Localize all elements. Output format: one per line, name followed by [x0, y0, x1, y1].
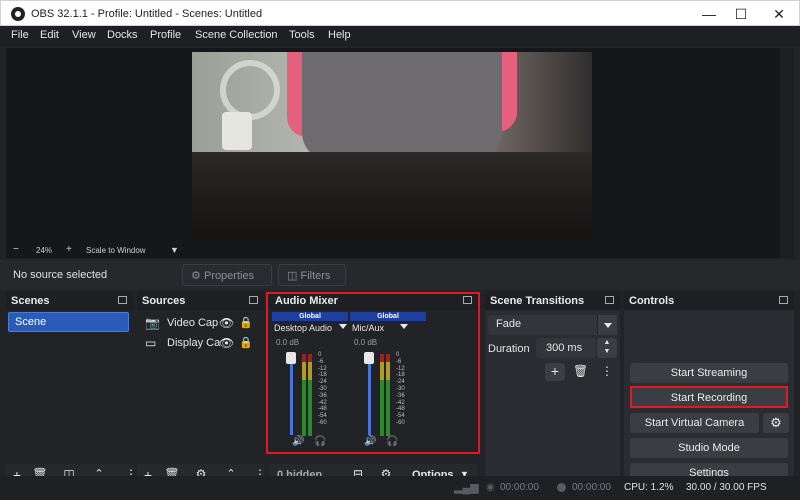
lock-icon[interactable]: 🔒 [239, 316, 253, 329]
duration-label: Duration [488, 343, 530, 355]
cpu-usage: CPU: 1.2% [624, 482, 674, 493]
preview-zoom-bar: − 24% + Scale to Window ▼ [6, 244, 780, 258]
chevron-down-icon[interactable] [597, 315, 617, 335]
lock-icon[interactable]: 🔒 [239, 336, 253, 349]
filters-button[interactable]: ◫ Filters [278, 264, 346, 286]
menu-edit[interactable]: Edit [40, 29, 59, 41]
more-icon[interactable]: ⋮ [601, 364, 613, 378]
signal-icon: ▂▄▆ [454, 482, 479, 494]
source-list: 📷 Video Cap 👁 🔒 ▭ Display Ca 👁 🔒 [137, 310, 264, 464]
sources-title: Sources [142, 295, 186, 307]
undock-icon[interactable] [118, 296, 127, 304]
menu-scene-collection[interactable]: Scene Collection [195, 29, 278, 41]
preview-canvas[interactable] [6, 48, 780, 244]
zoom-out-button[interactable]: − [13, 244, 19, 255]
obs-logo-icon [11, 7, 25, 21]
menu-docks[interactable]: Docks [107, 29, 138, 41]
add-icon[interactable]: + [545, 363, 565, 381]
source-item[interactable]: ▭ Display Ca 👁 🔒 [143, 334, 263, 352]
no-source-label: No source selected [13, 269, 108, 281]
gear-icon[interactable]: ⚙ [763, 413, 789, 433]
properties-label: Properties [203, 270, 255, 282]
source-item[interactable]: 📷 Video Cap 👁 🔒 [143, 314, 263, 332]
source-label: Display Ca [167, 337, 221, 349]
minimize-button[interactable]: — [691, 1, 727, 27]
highlight-box-mixer [266, 292, 480, 454]
scale-mode: Scale to Window [86, 246, 146, 255]
stream-icon: ◉ [486, 482, 495, 493]
fps-readout: 30.00 / 30.00 FPS [686, 482, 767, 493]
maximize-button[interactable]: ☐ [723, 1, 759, 27]
title-bar: OBS 32.1.1 - Profile: Untitled - Scenes:… [0, 0, 800, 26]
studio-mode-button[interactable]: Studio Mode [630, 438, 788, 458]
scene-transitions-dock: Scene Transitions Fade Duration 300 ms ▲… [485, 292, 620, 486]
status-bar: ▂▄▆ ◉ 00:00:00 00:00:00 CPU: 1.2% 30.00 … [0, 476, 800, 500]
menu-profile[interactable]: Profile [150, 29, 181, 41]
camera-icon: 📷 [145, 316, 160, 330]
context-bar: No source selected ⚙ Properties ◫ Filter… [0, 260, 800, 290]
transition-select[interactable]: Fade [488, 315, 617, 335]
scene-item[interactable]: Scene [8, 312, 129, 332]
trash-icon[interactable]: 🗑 [573, 364, 588, 378]
record-icon [557, 483, 566, 492]
gear-icon: ⚙ [191, 270, 201, 282]
window-title: OBS 32.1.1 - Profile: Untitled - Scenes:… [31, 8, 263, 20]
scenes-title: Scenes [11, 295, 50, 307]
webcam-preview-image [192, 52, 592, 240]
menu-view[interactable]: View [72, 29, 96, 41]
transition-value: Fade [496, 318, 522, 330]
record-time: 00:00:00 [572, 482, 611, 493]
close-button[interactable]: ✕ [761, 1, 797, 27]
preview-scrollbar[interactable] [780, 48, 794, 258]
menu-help[interactable]: Help [328, 29, 351, 41]
stream-time: 00:00:00 [500, 482, 539, 493]
eye-icon[interactable]: 👁 [219, 336, 234, 350]
scale-mode-dropdown-icon[interactable]: ▼ [170, 245, 179, 255]
monitor-icon: ▭ [145, 336, 157, 350]
eye-icon[interactable]: 👁 [219, 316, 234, 330]
zoom-level: 24% [36, 246, 53, 255]
scenes-dock: Scenes Scene + 🗑 ◫ ⌃ ⋮ [6, 292, 137, 486]
zoom-in-button[interactable]: + [66, 244, 72, 255]
source-label: Video Cap [167, 317, 219, 329]
start-streaming-button[interactable]: Start Streaming [630, 363, 788, 383]
scene-list: Scene [6, 310, 133, 464]
menu-tools[interactable]: Tools [289, 29, 315, 41]
undock-icon[interactable] [605, 296, 614, 304]
filters-label: Filters [300, 270, 331, 282]
undock-icon[interactable] [779, 296, 788, 304]
menu-bar: File Edit View Docks Profile Scene Colle… [0, 26, 800, 46]
sources-dock: Sources 📷 Video Cap 👁 🔒 ▭ Display Ca 👁 🔒… [137, 292, 266, 486]
duration-input[interactable]: 300 ms [536, 338, 596, 358]
scene-transitions-title: Scene Transitions [490, 295, 585, 307]
highlight-box-recording [630, 386, 788, 408]
undock-icon[interactable] [249, 296, 258, 304]
controls-title: Controls [629, 295, 675, 307]
duration-stepper[interactable]: ▲ ▼ [597, 338, 617, 358]
menu-file[interactable]: File [11, 29, 29, 41]
start-virtual-camera-button[interactable]: Start Virtual Camera [630, 413, 759, 433]
main-window: − 24% + Scale to Window ▼ No source sele… [0, 46, 800, 500]
properties-button[interactable]: ⚙ Properties [182, 264, 272, 286]
filter-icon: ◫ [287, 270, 298, 282]
